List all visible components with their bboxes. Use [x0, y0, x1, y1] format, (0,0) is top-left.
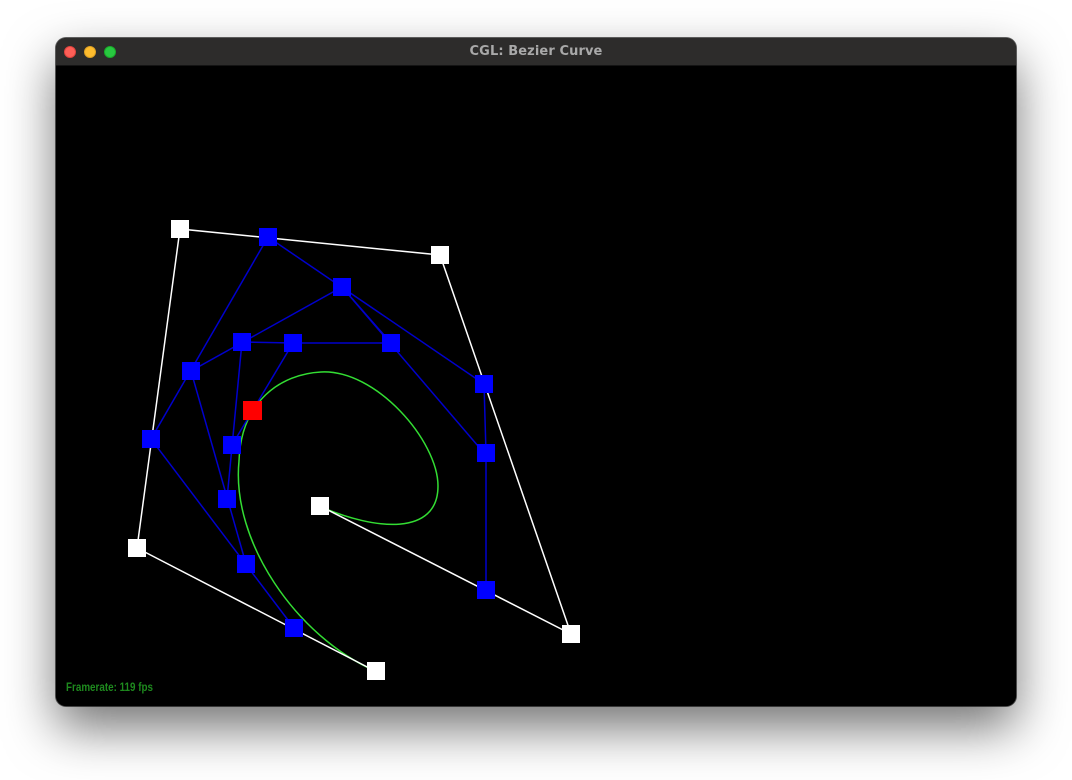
- framerate-label: Framerate: 119 fps: [66, 680, 153, 694]
- window-title: CGL: Bezier Curve: [469, 44, 603, 59]
- intermediate-point: [218, 490, 236, 508]
- level-2-polygon: [190, 286, 485, 565]
- intermediate-point: [182, 362, 200, 380]
- intermediate-point: [142, 430, 160, 448]
- control-point[interactable]: [562, 625, 580, 643]
- control-point[interactable]: [367, 662, 385, 680]
- bezier-curve: [237, 371, 439, 672]
- level-1-polygon: [150, 235, 487, 629]
- control-point[interactable]: [171, 220, 189, 238]
- evaluated-point: [243, 401, 262, 420]
- control-point[interactable]: [431, 246, 449, 264]
- intermediate-point: [259, 228, 277, 246]
- intermediate-point: [477, 581, 495, 599]
- intermediate-point: [284, 334, 302, 352]
- intermediate-point: [285, 619, 303, 637]
- control-point[interactable]: [311, 497, 329, 515]
- intermediate-point: [477, 444, 495, 462]
- intermediate-point: [223, 436, 241, 454]
- intermediate-point: [475, 375, 493, 393]
- render-canvas[interactable]: [56, 66, 1016, 706]
- intermediate-point: [233, 333, 251, 351]
- app-window: CGL: Bezier Curve Framerate: 119 fps: [56, 38, 1016, 706]
- title-bar[interactable]: CGL: Bezier Curve: [56, 38, 1016, 66]
- intermediate-point: [237, 555, 255, 573]
- intermediate-point: [382, 334, 400, 352]
- intermediate-point: [333, 278, 351, 296]
- control-point[interactable]: [128, 539, 146, 557]
- level-3-polygon: [226, 341, 391, 500]
